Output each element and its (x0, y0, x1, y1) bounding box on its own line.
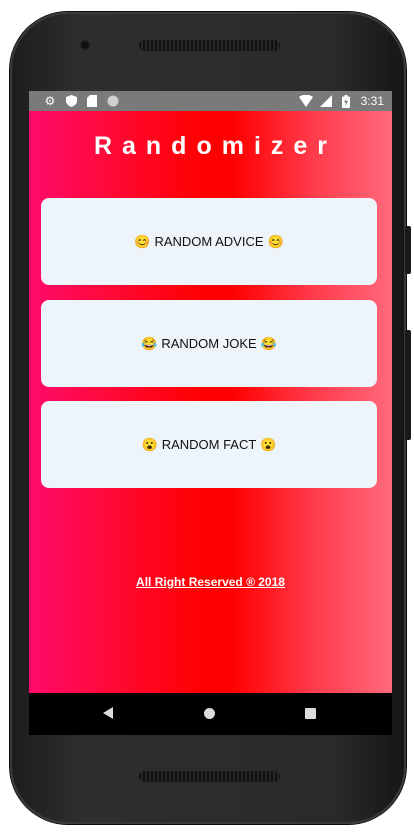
sd-card-icon (85, 94, 99, 108)
recents-icon[interactable] (305, 708, 316, 719)
navigation-bar (29, 693, 392, 735)
gear-icon: ⚙ (44, 94, 56, 108)
laughing-emoji-icon: 😂 (141, 335, 158, 351)
status-right-icons: 3:31 (298, 94, 384, 108)
button-label: RANDOM FACT (161, 437, 257, 452)
smile-emoji-icon: 😊 (134, 233, 151, 249)
random-joke-button[interactable]: 😂 RANDOM JOKE 😂 (41, 300, 377, 387)
status-left-icons: ⚙ (43, 94, 120, 108)
laughing-emoji-icon: 😂 (260, 335, 277, 351)
home-icon[interactable] (204, 708, 215, 719)
volume-button (405, 330, 411, 440)
surprised-emoji-icon: 😮 (141, 436, 158, 452)
wifi-icon (298, 94, 313, 108)
button-label: RANDOM ADVICE (154, 234, 264, 249)
button-label: RANDOM JOKE (161, 336, 257, 351)
signal-icon (319, 94, 333, 108)
shield-icon (64, 94, 78, 108)
screen: ⚙ 3:31 Randomizer 😊 RANDOM ADVICE 😊 😂 RA… (29, 91, 392, 735)
bottom-speaker (139, 771, 280, 782)
footer-copyright: All Right Reserved ® 2018 (136, 575, 285, 589)
app-content: Randomizer 😊 RANDOM ADVICE 😊 😂 RANDOM JO… (29, 111, 392, 693)
circle-icon (106, 94, 120, 108)
earpiece-speaker (139, 40, 280, 51)
back-icon[interactable] (103, 707, 113, 719)
random-advice-button[interactable]: 😊 RANDOM ADVICE 😊 (41, 198, 377, 285)
status-time: 3:31 (360, 94, 384, 108)
app-title: Randomizer (93, 132, 338, 160)
front-camera (80, 40, 90, 50)
battery-icon (339, 94, 353, 108)
random-fact-button[interactable]: 😮 RANDOM FACT 😮 (41, 401, 377, 488)
smile-emoji-icon: 😊 (267, 233, 284, 249)
power-button (405, 226, 411, 274)
surprised-emoji-icon: 😮 (260, 436, 277, 452)
status-bar: ⚙ 3:31 (29, 91, 392, 111)
